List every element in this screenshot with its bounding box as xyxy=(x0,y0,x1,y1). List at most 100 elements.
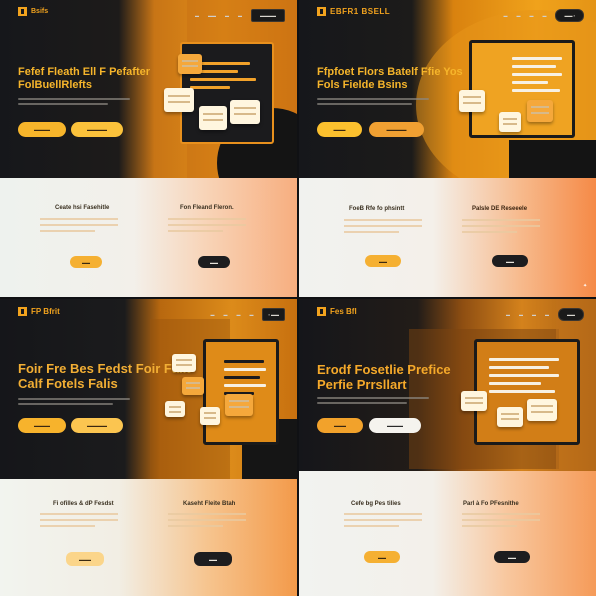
top-nav: ▬ ▬ ▬ ▬ ▬▬ xyxy=(506,308,584,321)
feature-button[interactable]: ▬▬ xyxy=(365,255,401,267)
nav-link[interactable]: ▬ xyxy=(545,312,549,317)
feature-title: Palsle DE Reseeele xyxy=(472,206,528,212)
brand-logo[interactable]: EBFR1 BSELL xyxy=(317,7,390,16)
secondary-cta-button[interactable]: ▬▬▬▬▬ xyxy=(71,418,123,433)
nav-cta-button[interactable]: ▬▬ ▪ xyxy=(555,9,584,22)
nav-cta-button[interactable]: ▬▬ xyxy=(558,308,584,321)
floating-card xyxy=(172,354,196,372)
feature-button[interactable]: ▬▬ xyxy=(194,552,232,566)
hero-section: FP Bfrit ▬ ▬ ▬ ▬ ▪ ▬▬ Foir Fre Bes Fedst… xyxy=(0,299,297,479)
feature-button[interactable]: ▬▬ xyxy=(198,256,230,268)
landing-mockup-2: EBFR1 BSELL ▬ ▬ ▬ ▬ ▬▬ ▪ Ffpfoet Flors B… xyxy=(299,0,596,297)
feature-text-placeholder xyxy=(344,513,422,531)
brand-logo[interactable]: Fes Bfl xyxy=(317,307,357,316)
illustration-bar xyxy=(224,384,266,387)
feature-button[interactable]: ▬▬▬ xyxy=(66,552,104,566)
nav-link[interactable]: ▬ xyxy=(532,312,536,317)
secondary-cta-button[interactable]: ▬▬▬▬▬ xyxy=(71,122,123,137)
feature-title: Ceate hsi Fasehitle xyxy=(55,205,110,211)
feature-text-placeholder xyxy=(168,218,246,236)
illustration-bar xyxy=(512,89,560,92)
illustration-bar xyxy=(224,368,266,371)
hero-subtitle-placeholder xyxy=(18,98,130,108)
hero-subtitle-placeholder xyxy=(317,98,429,108)
nav-link[interactable]: ▬ xyxy=(223,312,227,317)
nav-link[interactable]: ▬▬ xyxy=(208,13,216,18)
illustration-bar xyxy=(489,374,559,377)
nav-link[interactable]: ▬ xyxy=(542,13,546,18)
nav-link[interactable]: ▬ xyxy=(195,13,199,18)
features-section: Cefe bg Pes tilies Parl à Fo PFesnithe ▬… xyxy=(299,471,596,596)
nav-link[interactable]: ▬ xyxy=(236,312,240,317)
nav-cta-button[interactable]: ▪ ▬▬ xyxy=(262,308,285,321)
floating-card xyxy=(527,100,553,122)
floating-card xyxy=(164,88,194,112)
nav-link[interactable]: ▬ xyxy=(503,13,507,18)
illustration-bar xyxy=(190,86,230,89)
secondary-cta-button[interactable]: ▬▬▬▬▬ xyxy=(369,122,424,137)
illustration-bar xyxy=(489,366,549,369)
primary-cta-button[interactable]: ▬▬▬▬ xyxy=(18,122,66,137)
nav-cta-button[interactable]: ▬▬▬▬ xyxy=(251,9,285,22)
hero-subtitle-placeholder xyxy=(18,398,130,408)
feature-text-placeholder xyxy=(168,513,246,531)
illustration-bar xyxy=(224,376,260,379)
logo-mark-icon xyxy=(18,7,27,16)
feature-button[interactable]: ▬▬ xyxy=(492,255,528,267)
landing-mockup-3: FP Bfrit ▬ ▬ ▬ ▬ ▪ ▬▬ Foir Fre Bes Fedst… xyxy=(0,299,297,596)
nav-link[interactable]: ▬ xyxy=(529,13,533,18)
features-section: Ceate hsi Fasehitle Fon Fleand Fleron. ▬… xyxy=(0,178,297,297)
floating-card xyxy=(527,399,557,421)
nav-link[interactable]: ▬ xyxy=(519,312,523,317)
illustration-bar xyxy=(489,390,555,393)
top-nav: ▬ ▬▬ ▬ ▬ ▬▬▬▬ xyxy=(195,9,285,22)
nav-link[interactable]: ▬ xyxy=(249,312,253,317)
nav-link[interactable]: ▬ xyxy=(238,13,242,18)
primary-cta-button[interactable]: ▬▬▬ xyxy=(317,122,362,137)
floating-card xyxy=(199,106,227,130)
illustration-bar xyxy=(512,65,556,68)
logo-text: EBFR1 BSELL xyxy=(330,7,391,16)
logo-text: Fes Bfl xyxy=(330,307,357,316)
hero-title: Ffpfoet Flors Batelf Ffie Yos Fols Field… xyxy=(317,66,463,91)
hero-section: Bsifs ▬ ▬▬ ▬ ▬ ▬▬▬▬ Fefef Fleath Ell F P… xyxy=(0,0,297,178)
dashboard-illustration xyxy=(474,339,580,445)
logo-text: FP Bfrit xyxy=(31,307,60,316)
secondary-cta-button[interactable]: ▬▬▬▬ xyxy=(369,418,421,433)
feature-button[interactable]: ▬▬ xyxy=(364,551,400,563)
nav-link[interactable]: ▬ xyxy=(506,312,510,317)
hero-dark-stand xyxy=(509,140,596,178)
landing-mockup-4: Fes Bfl ▬ ▬ ▬ ▬ ▬▬ Erodf Fosetlie Prefic… xyxy=(299,299,596,596)
dashboard-illustration xyxy=(469,40,575,138)
feature-button[interactable]: ▬▬ xyxy=(70,256,102,268)
floating-card xyxy=(497,407,523,427)
hero-title: Fefef Fleath Ell F Pefafter FolBuellRlef… xyxy=(18,66,151,91)
feature-text-placeholder xyxy=(40,218,118,236)
floating-card xyxy=(165,401,185,417)
feature-text-placeholder xyxy=(344,219,422,237)
feature-title: Fi ofilles & dP Fesdst xyxy=(53,501,114,507)
feature-button[interactable]: ▬▬ xyxy=(494,551,530,563)
nav-link[interactable]: ▬ xyxy=(210,312,214,317)
features-section: FoeB Rfe fo phsintt Palsle DE Reseeele ▬… xyxy=(299,178,596,297)
logo-mark-icon xyxy=(18,307,27,316)
nav-link[interactable]: ▬ xyxy=(225,13,229,18)
hero-section: Fes Bfl ▬ ▬ ▬ ▬ ▬▬ Erodf Fosetlie Prefic… xyxy=(299,299,596,471)
nav-link[interactable]: ▬ xyxy=(516,13,520,18)
primary-cta-button[interactable]: ▬▬▬▬ xyxy=(18,418,66,433)
illustration-bar xyxy=(512,73,562,76)
feature-text-placeholder xyxy=(40,513,118,531)
top-nav: ▬ ▬ ▬ ▬ ▪ ▬▬ xyxy=(210,308,285,321)
sparkle-icon: ✦ xyxy=(583,283,588,289)
floating-card xyxy=(459,90,485,112)
illustration-bar xyxy=(489,382,541,385)
brand-logo[interactable]: Bsifs xyxy=(18,7,48,16)
feature-text-placeholder xyxy=(462,219,540,237)
floating-card xyxy=(178,54,202,74)
features-section: Fi ofilles & dP Fesdst Kaseht Fleite Bta… xyxy=(0,479,297,596)
illustration-bar xyxy=(512,81,548,84)
feature-title: Parl à Fo PFesnithe xyxy=(463,501,519,507)
brand-logo[interactable]: FP Bfrit xyxy=(18,307,60,316)
primary-cta-button[interactable]: ▬▬▬ xyxy=(317,418,363,433)
floating-card xyxy=(230,100,260,124)
